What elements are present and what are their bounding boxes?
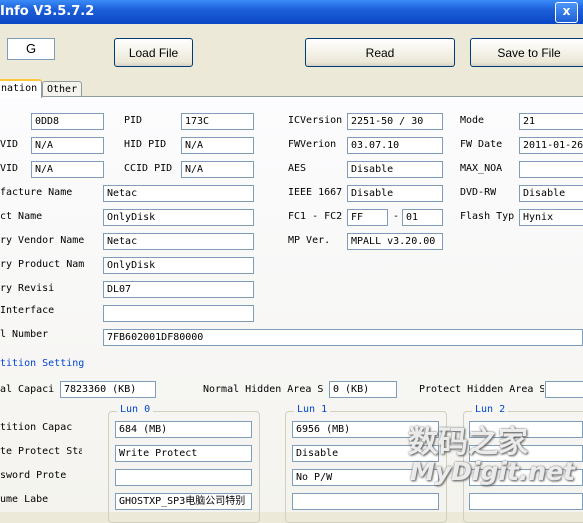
watermark-site: MyDigit.net xyxy=(410,457,576,486)
max-noa-field[interactable] xyxy=(519,161,583,178)
ic-version-label: ICVersion xyxy=(288,115,343,126)
dvd-rw-field[interactable]: Disable xyxy=(519,185,583,202)
mp-ver-field[interactable]: MPALL v3.20.00 xyxy=(347,233,443,250)
mp-ver-label: MP Ver. xyxy=(288,235,331,246)
manufacture-field[interactable]: Netac xyxy=(103,185,254,202)
lun-0-title: Lun 0 xyxy=(117,404,154,415)
close-icon[interactable]: x xyxy=(555,2,578,23)
ieee-1667-field[interactable]: Disable xyxy=(347,185,443,202)
product-label: ct Name xyxy=(0,211,43,222)
normal-capacity-field[interactable]: 7823360 (KB) xyxy=(60,381,156,398)
mode-field[interactable]: 21 xyxy=(519,113,583,130)
lun-0-volume-field[interactable]: GHOSTXP_SP3电脑公司特别 xyxy=(115,493,252,510)
lun-0-password-field[interactable] xyxy=(115,469,252,486)
read-button[interactable]: Read xyxy=(305,38,455,67)
ccid-pid-field[interactable]: N/A xyxy=(181,161,254,178)
aes-label: AES xyxy=(288,163,307,174)
save-to-file-button[interactable]: Save to File xyxy=(470,38,583,67)
ieee-1667-label: IEEE 1667 xyxy=(288,187,343,198)
fc1-field[interactable]: FF xyxy=(347,209,388,226)
normal-hidden-label: Normal Hidden Area S xyxy=(203,384,324,395)
lun-1-volume-field[interactable] xyxy=(292,493,439,510)
inquiry-vendor-label: ry Vendor Name xyxy=(0,235,84,246)
drive-letter-field[interactable]: G xyxy=(7,38,55,60)
hid-pid-label: HID PID xyxy=(124,139,167,150)
flash-type-label: Flash Typ xyxy=(460,211,515,222)
ccid-vid-field[interactable]: N/A xyxy=(31,161,104,178)
interface-field[interactable] xyxy=(103,305,254,322)
fw-date-field[interactable]: 2011-01-26 xyxy=(519,137,583,154)
fc-label: FC1 - FC2 xyxy=(288,211,343,222)
fw-version-label: FWVerion xyxy=(288,139,337,150)
flash-type-field[interactable]: Hynix xyxy=(519,209,583,226)
normal-hidden-field[interactable]: 0 (KB) xyxy=(329,381,397,398)
title-bar: Info V3.5.7.2 x xyxy=(0,0,583,24)
fc-dash: - xyxy=(393,211,400,222)
ccid-pid-label: CCID PID xyxy=(124,163,173,174)
watermark-chinese: 数码之家 xyxy=(408,425,528,460)
hid-pid-field[interactable]: N/A xyxy=(181,137,254,154)
serial-number-label: l Number xyxy=(0,329,49,340)
serial-number-field[interactable]: 7FB602001DF80000 xyxy=(103,329,583,346)
ccid-vid-label: VID xyxy=(0,163,19,174)
partition-capacity-label: tition Capac xyxy=(0,422,73,433)
volume-label-label: ume Labe xyxy=(0,494,49,505)
lun-0-write-protect-field[interactable]: Write Protect xyxy=(115,445,252,462)
ic-version-field[interactable]: 2251-50 / 30 xyxy=(347,113,443,130)
pid-field[interactable]: 173C xyxy=(181,113,254,130)
lun-1-title: Lun 1 xyxy=(294,404,331,415)
lun-2-volume-field[interactable] xyxy=(469,493,583,510)
normal-capacity-label: al Capaci xyxy=(0,384,55,395)
product-field[interactable]: OnlyDisk xyxy=(103,209,254,226)
write-protect-label: te Protect Sta xyxy=(0,446,82,457)
inquiry-revision-label: ry Revisi xyxy=(0,283,55,294)
fw-date-label: FW Date xyxy=(460,139,503,150)
inquiry-revision-field[interactable]: DL07 xyxy=(103,281,254,298)
tab-other[interactable]: Other xyxy=(42,81,83,97)
partition-setting-title: tition Setting xyxy=(0,358,85,369)
lun-2-title: Lun 2 xyxy=(472,404,509,415)
window-title: Info V3.5.7.2 xyxy=(0,4,95,19)
manufacture-label: facture Name xyxy=(0,187,73,198)
protect-hidden-field[interactable] xyxy=(545,381,583,398)
protect-hidden-label: Protect Hidden Area S xyxy=(419,384,544,395)
mode-label: Mode xyxy=(460,115,485,126)
dvd-rw-label: DVD-RW xyxy=(460,187,497,198)
interface-label: Interface xyxy=(0,305,55,316)
pid-label: PID xyxy=(124,115,143,126)
vid-field[interactable]: 0DD8 xyxy=(31,113,104,130)
load-file-button[interactable]: Load File xyxy=(114,38,193,67)
password-label: sword Prote xyxy=(0,470,67,481)
max-noa-label: MAX_NOA xyxy=(460,163,503,174)
hid-vid-field[interactable]: N/A xyxy=(31,137,104,154)
hid-vid-label: VID xyxy=(0,139,19,150)
lun-0-capacity-field[interactable]: 684 (MB) xyxy=(115,421,252,438)
inquiry-vendor-field[interactable]: Netac xyxy=(103,233,254,250)
fc2-field[interactable]: 01 xyxy=(402,209,443,226)
inquiry-product-label: ry Product Name xyxy=(0,259,84,270)
inquiry-product-field[interactable]: OnlyDisk xyxy=(103,257,254,274)
aes-field[interactable]: Disable xyxy=(347,161,443,178)
fw-version-field[interactable]: 03.07.10 xyxy=(347,137,443,154)
tab-information[interactable]: nation xyxy=(0,79,43,98)
